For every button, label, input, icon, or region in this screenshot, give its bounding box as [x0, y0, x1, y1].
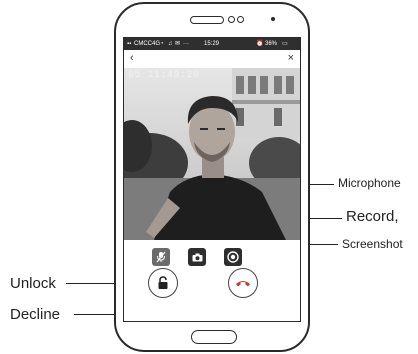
video-controls: [152, 248, 272, 266]
callout-screenshot: Screenshot: [342, 237, 403, 251]
status-time: 15:29: [204, 41, 220, 47]
music-icon: ♫: [168, 41, 173, 47]
battery-icon: ▭: [282, 41, 288, 47]
top-nav-bar: ‹ ×: [124, 50, 300, 66]
video-feed: 05 11:49:20: [124, 68, 300, 240]
status-bar: ▪▪ CMCC4G ◔ ♫ ✉ ··· 15:29 ⏰ 36% ▭: [124, 38, 300, 50]
callout-record: Record,: [346, 208, 399, 225]
phone-screen: ▪▪ CMCC4G ◔ ♫ ✉ ··· 15:29 ⏰ 36% ▭ ‹ × 05…: [123, 37, 301, 322]
record-icon: [227, 251, 239, 263]
video-frame-image: [124, 68, 300, 240]
record-button[interactable]: [224, 248, 242, 266]
callout-unlock: Unlock: [10, 275, 56, 292]
sensor-dot: [228, 16, 235, 23]
more-icon: ···: [183, 41, 189, 47]
front-camera: [271, 17, 275, 21]
video-timestamp: 05 11:49:20: [128, 70, 200, 81]
microphone-muted-icon: [156, 251, 166, 263]
microphone-button[interactable]: [152, 248, 170, 266]
sensor-dot-2: [237, 16, 244, 23]
signal-icon: ▪▪: [127, 41, 132, 47]
lock-icon: [158, 276, 168, 289]
unlock-button[interactable]: [148, 268, 178, 298]
screenshot-button[interactable]: [188, 248, 206, 266]
decline-button[interactable]: [228, 268, 258, 298]
back-icon[interactable]: ‹: [130, 50, 134, 66]
earpiece-speaker: [190, 16, 224, 24]
callout-microphone: Microphone: [338, 176, 401, 190]
home-button[interactable]: [191, 330, 237, 344]
battery-percent: 36%: [265, 41, 278, 47]
close-icon[interactable]: ×: [288, 50, 294, 66]
callout-decline: Decline: [10, 306, 61, 323]
phone-frame: ▪▪ CMCC4G ◔ ♫ ✉ ··· 15:29 ⏰ 36% ▭ ‹ × 05…: [114, 2, 310, 352]
wifi-icon: ◔: [160, 41, 164, 47]
alarm-icon: ⏰: [256, 41, 264, 47]
carrier-label: CMCC4G: [134, 41, 161, 47]
mail-icon: ✉: [175, 41, 181, 47]
hangup-icon: [236, 281, 250, 287]
camera-icon: [192, 253, 202, 261]
